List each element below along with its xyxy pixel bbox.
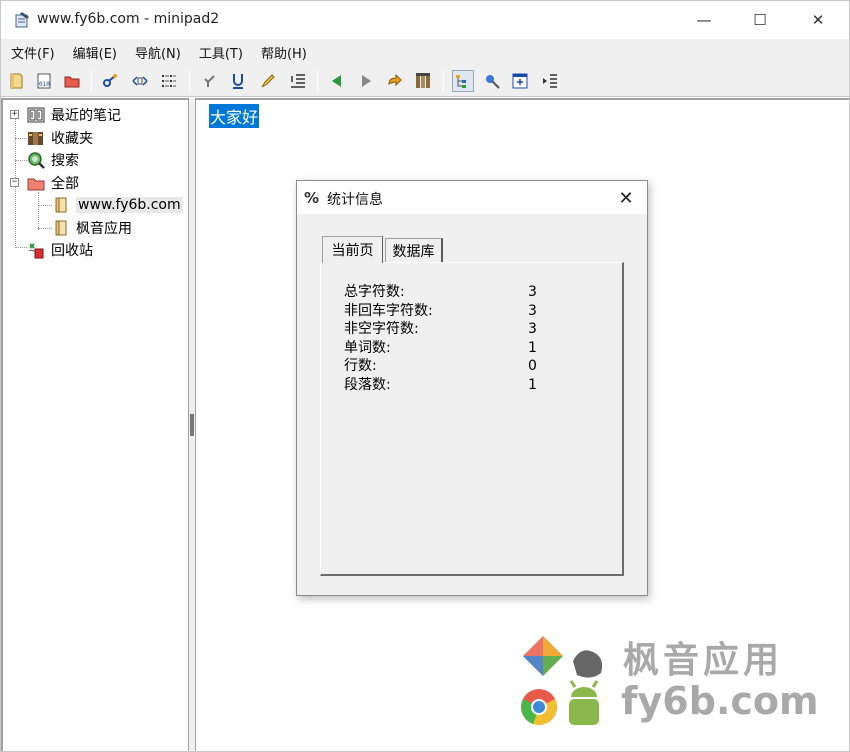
window-title: www.fy6b.com - minipad2 (37, 11, 220, 27)
stats-tab-page: 总字符数: 3 非回车字符数: 3 非空字符数: 3 单词数: 1 行数: 0 … (320, 262, 624, 576)
underline-icon[interactable] (227, 70, 249, 92)
back-icon[interactable] (326, 70, 348, 92)
tab-current-page[interactable]: 当前页 (322, 236, 383, 263)
favorites-icon (27, 129, 45, 147)
folder-icon (27, 174, 45, 192)
title-bar[interactable]: www.fy6b.com - minipad2 — ☐ ✕ (1, 1, 849, 39)
forward-icon[interactable] (355, 70, 377, 92)
tree-item-label: 收藏夹 (51, 131, 93, 147)
collapse-toggle-all[interactable]: − (10, 178, 19, 187)
search-icon (27, 151, 45, 169)
tree-item-label: 回收站 (51, 243, 93, 259)
tree-item-search[interactable]: 搜索 (27, 149, 79, 171)
panel-splitter[interactable] (189, 98, 196, 751)
recycle-bin-icon (27, 241, 45, 259)
dialog-close-button[interactable]: ✕ (611, 185, 641, 211)
notes-tree[interactable]: + 最近的笔记 收藏夹 搜索 − 全部 www.fy6b.com 枫音应用 回收… (1, 98, 189, 751)
binary-note-icon[interactable]: 010 (33, 70, 55, 92)
stat-total-chars-label: 总字符数: (344, 284, 405, 300)
tree-item-label: 最近的笔记 (51, 108, 121, 124)
menu-tools[interactable]: 工具(T) (193, 43, 249, 62)
watermark-logo (521, 636, 603, 725)
dialog-title: 统计信息 (327, 192, 383, 208)
recent-notes-icon (27, 106, 45, 124)
app-icon (13, 11, 31, 29)
up-icon[interactable] (384, 70, 406, 92)
tree-item-note-fy6b[interactable]: www.fy6b.com (52, 194, 183, 216)
tree-item-label: 全部 (51, 176, 79, 192)
tree-item-all[interactable]: 全部 (27, 172, 79, 194)
stat-non-space-chars-label: 非空字符数: (344, 321, 419, 337)
close-button[interactable]: ✕ (795, 1, 841, 39)
tree-item-label: 搜索 (51, 153, 79, 169)
new-note-icon[interactable] (5, 70, 27, 92)
page-icon (52, 219, 70, 237)
indent-icon[interactable] (539, 70, 561, 92)
menu-help[interactable]: 帮助(H) (255, 43, 313, 62)
stat-words-value: 1 (528, 340, 537, 356)
tree-item-label: 枫音应用 (76, 221, 132, 237)
undo-icon[interactable] (199, 70, 221, 92)
tag-icon[interactable] (129, 70, 151, 92)
stat-lines-label: 行数: (344, 358, 377, 374)
tab-database[interactable]: 数据库 (385, 238, 443, 262)
percent-icon: % (304, 189, 320, 207)
menu-bar: 文件(F) 编辑(E) 导航(N) 工具(T) 帮助(H) (1, 39, 849, 65)
folder-icon[interactable] (61, 70, 83, 92)
tree-item-favorites[interactable]: 收藏夹 (27, 127, 93, 149)
highlighter-icon[interactable] (257, 70, 279, 92)
toolbar: 010 (1, 65, 849, 97)
statistics-dialog: % 统计信息 ✕ 当前页 数据库 总字符数: 3 非回车字符数: 3 非空字符数… (296, 180, 648, 596)
columns-icon[interactable] (412, 70, 434, 92)
numbered-list-icon[interactable] (287, 70, 309, 92)
tree-item-recent[interactable]: 最近的笔记 (27, 104, 121, 126)
stat-lines-value: 0 (528, 358, 537, 374)
key-icon[interactable] (99, 70, 121, 92)
dialog-title-bar[interactable]: % 统计信息 ✕ (297, 181, 647, 214)
page-icon (52, 196, 70, 214)
list-icon[interactable] (158, 70, 180, 92)
tree-item-note-fengyin[interactable]: 枫音应用 (52, 217, 132, 239)
stat-paragraphs-value: 1 (528, 377, 537, 393)
watermark-name: 枫音应用 (623, 640, 784, 681)
stat-total-chars-value: 3 (528, 284, 537, 300)
stat-non-return-chars-label: 非回车字符数: (344, 303, 433, 319)
menu-navigate[interactable]: 导航(N) (129, 43, 187, 62)
maximize-button[interactable]: ☐ (737, 1, 783, 39)
editor-selected-text[interactable]: 大家好 (209, 104, 260, 128)
app-window: www.fy6b.com - minipad2 — ☐ ✕ 文件(F) 编辑(E… (0, 0, 850, 752)
stat-paragraphs-label: 段落数: (344, 377, 391, 393)
tree-item-label: www.fy6b.com (76, 197, 183, 213)
menu-edit[interactable]: 编辑(E) (67, 43, 123, 62)
splitter-grip[interactable] (190, 414, 194, 436)
tree-item-recycle-bin[interactable]: 回收站 (27, 239, 93, 261)
stat-non-return-chars-value: 3 (528, 303, 537, 319)
stat-non-space-chars-value: 3 (528, 321, 537, 337)
pin-icon[interactable] (481, 70, 503, 92)
watermark-url: fy6b.com (621, 679, 819, 723)
minimize-button[interactable]: — (681, 1, 727, 39)
menu-file[interactable]: 文件(F) (5, 43, 61, 62)
tree-view-icon[interactable] (452, 70, 474, 92)
window-icon[interactable] (509, 70, 531, 92)
svg-text:010: 010 (39, 81, 50, 88)
stat-words-label: 单词数: (344, 340, 391, 356)
expand-toggle-recent[interactable]: + (10, 110, 19, 119)
